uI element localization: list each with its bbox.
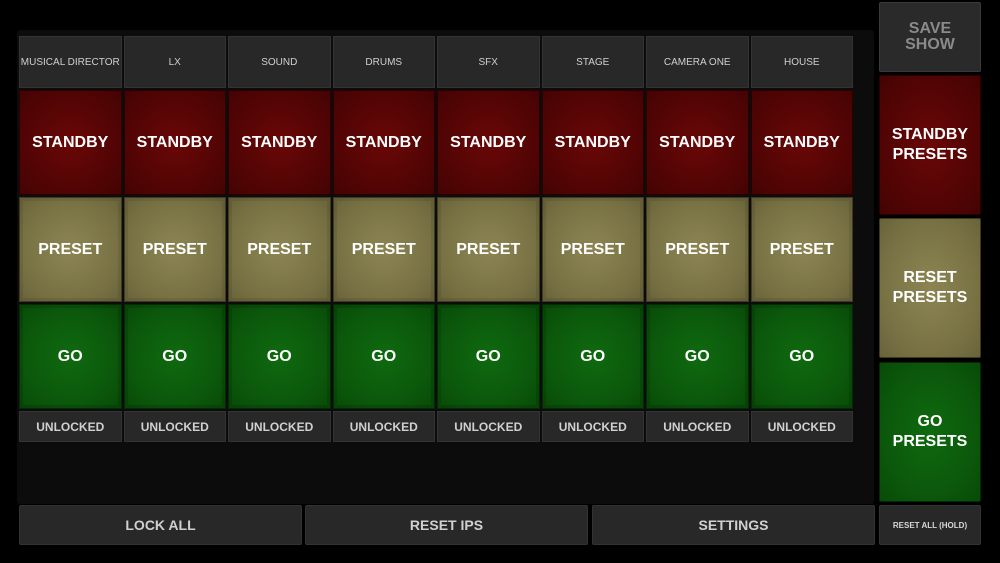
go-button-house[interactable]: GO <box>750 304 853 409</box>
channel-header-house: HOUSE <box>750 36 853 88</box>
preset-button-lx[interactable]: PRESET <box>123 197 226 302</box>
lock-toggle-sfx[interactable]: UNLOCKED <box>437 411 540 442</box>
go-button-musical-director[interactable]: GO <box>19 304 122 409</box>
reset-presets-button[interactable]: RESET PRESETS <box>879 218 981 358</box>
standby-presets-label-line1: STANDBY <box>891 126 969 143</box>
preset-button-sound[interactable]: PRESET <box>228 197 331 302</box>
standby-presets-label-line2: PRESETS <box>892 146 968 163</box>
preset-button-musical-director[interactable]: PRESET <box>19 197 122 302</box>
reset-ips-button[interactable]: RESET IPS <box>305 505 588 545</box>
save-show-button[interactable]: SAVE SHOW <box>879 2 981 72</box>
lock-toggle-stage[interactable]: UNLOCKED <box>541 411 644 442</box>
reset-presets-label-line1: RESET <box>903 269 957 286</box>
go-button-sound[interactable]: GO <box>228 304 331 409</box>
settings-button[interactable]: SETTINGS <box>592 505 875 545</box>
channel-header-sfx: SFX <box>437 36 540 88</box>
save-show-label-line2: SHOW <box>905 36 955 53</box>
standby-button-musical-director[interactable]: STANDBY <box>19 90 122 195</box>
standby-button-stage[interactable]: STANDBY <box>541 90 644 195</box>
channel-header-lx: LX <box>123 36 226 88</box>
go-presets-label-line1: GO <box>917 413 943 430</box>
standby-button-drums[interactable]: STANDBY <box>332 90 435 195</box>
channel-header-camera-one: CAMERA ONE <box>646 36 749 88</box>
preset-button-drums[interactable]: PRESET <box>332 197 435 302</box>
go-button-drums[interactable]: GO <box>332 304 435 409</box>
channel-grid: MUSICAL DIRECTOR LX SOUND DRUMS SFX STAG… <box>19 36 854 442</box>
go-presets-button[interactable]: GO PRESETS <box>879 362 981 502</box>
preset-button-house[interactable]: PRESET <box>750 197 853 302</box>
channel-header-drums: DRUMS <box>332 36 435 88</box>
go-button-camera-one[interactable]: GO <box>646 304 749 409</box>
standby-button-house[interactable]: STANDBY <box>750 90 853 195</box>
reset-presets-label-line2: PRESETS <box>892 289 968 306</box>
lock-toggle-house[interactable]: UNLOCKED <box>750 411 853 442</box>
go-button-lx[interactable]: GO <box>123 304 226 409</box>
lock-toggle-sound[interactable]: UNLOCKED <box>228 411 331 442</box>
standby-presets-button[interactable]: STANDBY PRESETS <box>879 75 981 215</box>
lock-all-button[interactable]: LOCK ALL <box>19 505 302 545</box>
standby-button-sfx[interactable]: STANDBY <box>437 90 540 195</box>
preset-button-stage[interactable]: PRESET <box>541 197 644 302</box>
channel-header-musical-director: MUSICAL DIRECTOR <box>19 36 122 88</box>
lock-toggle-lx[interactable]: UNLOCKED <box>123 411 226 442</box>
go-presets-label-line2: PRESETS <box>892 433 968 450</box>
go-button-sfx[interactable]: GO <box>437 304 540 409</box>
preset-button-camera-one[interactable]: PRESET <box>646 197 749 302</box>
lock-toggle-musical-director[interactable]: UNLOCKED <box>19 411 122 442</box>
reset-all-button[interactable]: RESET ALL (HOLD) <box>879 505 981 545</box>
save-show-label-line1: SAVE <box>908 20 952 37</box>
standby-button-sound[interactable]: STANDBY <box>228 90 331 195</box>
lock-toggle-camera-one[interactable]: UNLOCKED <box>646 411 749 442</box>
channel-header-stage: STAGE <box>541 36 644 88</box>
lock-toggle-drums[interactable]: UNLOCKED <box>332 411 435 442</box>
channel-header-sound: SOUND <box>228 36 331 88</box>
preset-button-sfx[interactable]: PRESET <box>437 197 540 302</box>
standby-button-camera-one[interactable]: STANDBY <box>646 90 749 195</box>
standby-button-lx[interactable]: STANDBY <box>123 90 226 195</box>
go-button-stage[interactable]: GO <box>541 304 644 409</box>
